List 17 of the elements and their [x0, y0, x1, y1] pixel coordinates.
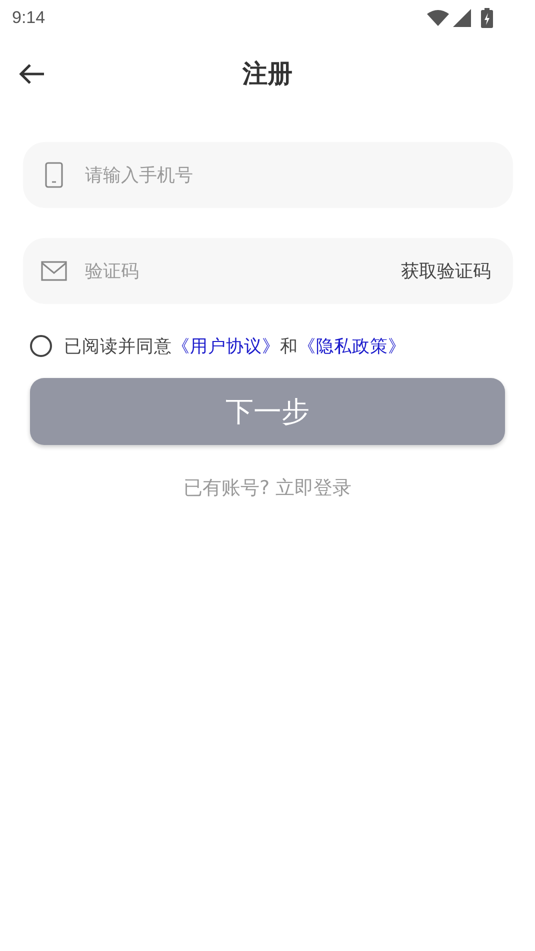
mail-icon: [41, 261, 67, 281]
phone-icon: [45, 162, 63, 188]
signal-icon: [453, 9, 471, 27]
battery-icon: [481, 8, 493, 28]
back-arrow-icon: [18, 63, 46, 85]
get-code-button[interactable]: 获取验证码: [401, 259, 491, 283]
wifi-icon: [427, 10, 449, 26]
status-time: 9:14: [12, 8, 46, 28]
page-title: 注册: [242, 58, 292, 90]
agreement-text: 已阅读并同意《用户协议》和《隐私政策》: [64, 336, 406, 358]
phone-field[interactable]: 请输入手机号: [23, 142, 513, 208]
code-field[interactable]: 验证码 获取验证码: [23, 238, 513, 304]
code-input[interactable]: 验证码: [83, 260, 385, 282]
policy-link[interactable]: 《隐私政策》: [298, 337, 406, 357]
phone-input[interactable]: 请输入手机号: [83, 164, 491, 186]
agree-checkbox[interactable]: [30, 335, 52, 357]
policy-link[interactable]: 《用户协议》: [172, 337, 280, 357]
